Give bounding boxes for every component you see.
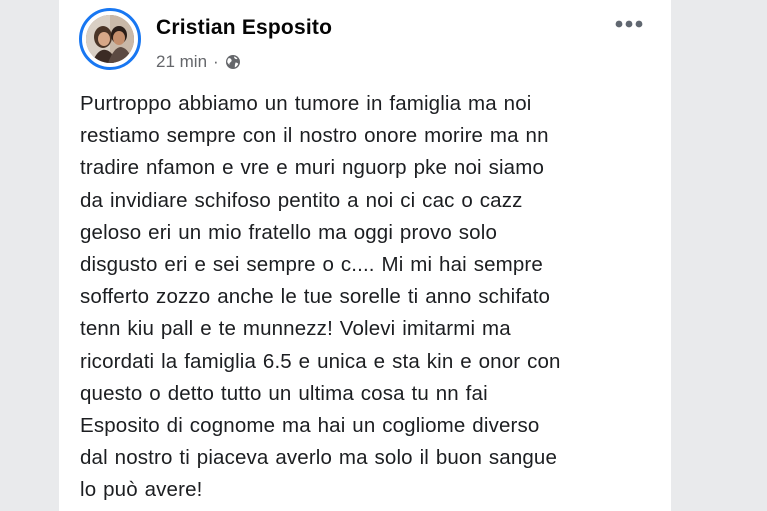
post-text-line: tradire nfamon e vre e muri nguorp pke n… bbox=[80, 156, 545, 180]
post-text-line: da invidiare schifoso pentito a noi ci c… bbox=[80, 188, 523, 212]
post-text-line: lo può avere! bbox=[80, 478, 203, 502]
post-card: Cristian Esposito 21 min · Purtroppo abb… bbox=[59, 0, 671, 511]
meta-separator: · bbox=[213, 52, 219, 71]
post-text-line: questo o detto tutto un ultima cosa tu n… bbox=[80, 381, 488, 405]
post-text-line: sofferto zozzo anche le tue sorelle ti a… bbox=[80, 285, 551, 309]
post-text-line: Esposito di cognome ma hai un cogliome d… bbox=[80, 414, 540, 438]
post-text-line: geloso eri un mio fratello ma oggi provo… bbox=[80, 220, 497, 244]
avatar-photo-icon bbox=[86, 15, 134, 63]
post-text-line: dal nostro ti piaceva averlo ma solo il … bbox=[80, 446, 558, 470]
post-text-line: Purtroppo abbiamo un tumore in famiglia … bbox=[80, 92, 532, 115]
post-meta: 21 min · bbox=[156, 52, 241, 72]
post-text-line: restiamo sempre con il nostro onore mori… bbox=[80, 124, 549, 148]
author-name[interactable]: Cristian Esposito bbox=[156, 16, 332, 40]
post-text-line: disgusto eri e sei sempre o c.... Mi mi … bbox=[80, 253, 543, 277]
post-body: Purtroppo abbiamo un tumore in famiglia … bbox=[80, 88, 666, 507]
post-timestamp[interactable]: 21 min bbox=[156, 52, 207, 72]
post-text-line: ricordati la famiglia 6.5 e unica e sta … bbox=[80, 349, 561, 373]
more-options-icon[interactable] bbox=[611, 14, 647, 34]
avatar[interactable] bbox=[86, 15, 134, 63]
globe-icon[interactable] bbox=[225, 54, 241, 70]
story-ring[interactable] bbox=[79, 8, 141, 70]
post-text-line: tenn kiu pall e te munnezz! Volevi imita… bbox=[80, 317, 511, 341]
